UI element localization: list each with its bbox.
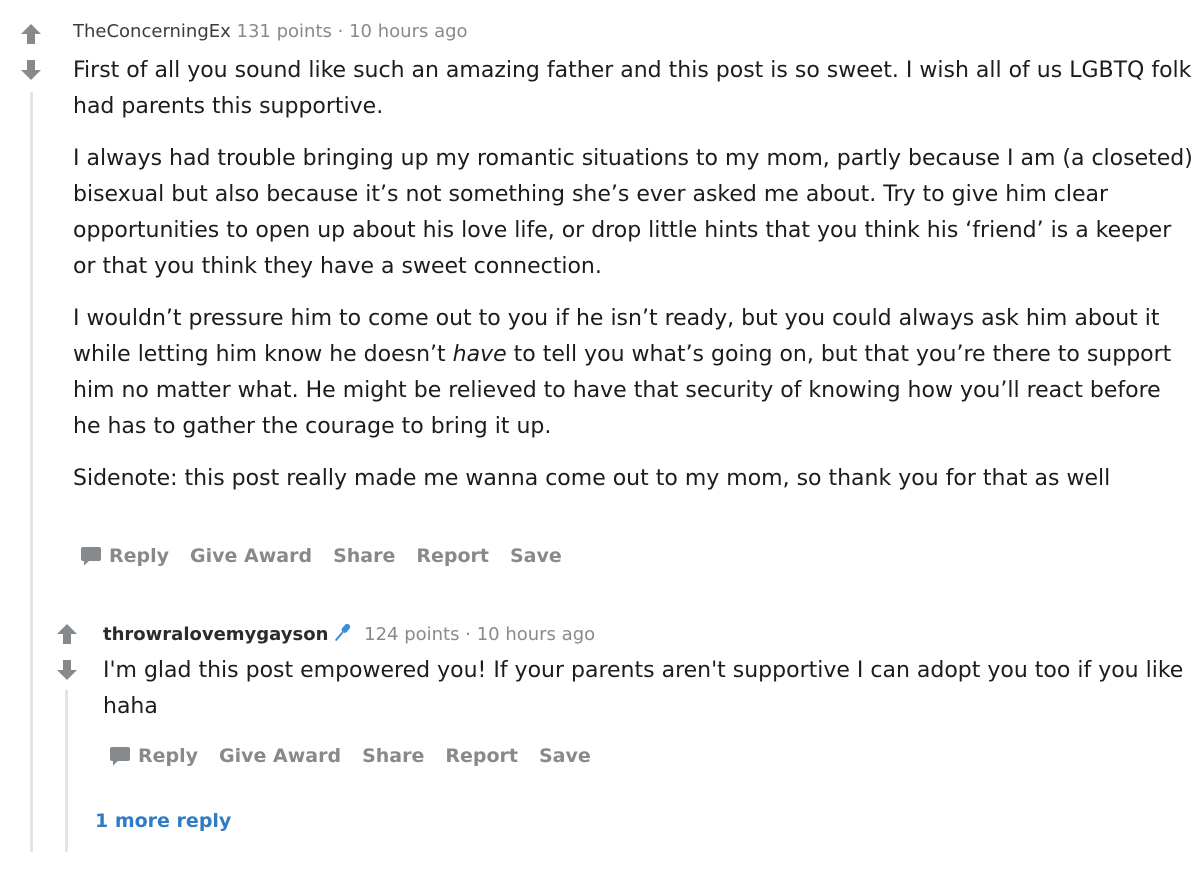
author-link[interactable]: throwralovemygayson [103,624,328,645]
points-count: 131 points [236,21,332,42]
reply-label: Reply [109,545,170,567]
share-button[interactable]: Share [333,545,395,567]
comment-body: First of all you sound like such an amaz… [73,53,1193,497]
give-award-button[interactable]: Give Award [190,545,312,567]
downvote-arrow-icon[interactable] [55,658,79,682]
meta-separator: · [465,624,471,645]
comment-actions: Reply Give Award Share Report Save [80,545,583,567]
upvote-arrow-icon[interactable] [55,622,79,646]
comment-paragraph: I always had trouble bringing up my roma… [73,146,1193,279]
chat-bubble-icon [81,547,101,566]
author-link[interactable]: TheConcerningEx [73,21,231,42]
reply-button[interactable]: Reply [109,745,198,767]
comment-body: I'm glad this post empowered you! If you… [103,653,1188,725]
report-button[interactable]: Report [445,745,518,767]
give-award-button[interactable]: Give Award [219,745,341,767]
comment-paragraph: First of all you sound like such an amaz… [73,58,1192,119]
emphasized-text: have [452,342,507,367]
share-button[interactable]: Share [362,745,424,767]
reply-label: Reply [138,745,199,767]
report-button[interactable]: Report [416,545,489,567]
microphone-icon [335,623,351,641]
save-button[interactable]: Save [539,745,591,767]
downvote-arrow-icon[interactable] [19,58,43,82]
timestamp-link[interactable]: 10 hours ago [477,624,595,645]
points-count: 124 points [364,624,460,645]
comment-paragraph: I'm glad this post empowered you! If you… [103,658,1184,719]
meta-separator: · [337,21,344,42]
timestamp-link[interactable]: 10 hours ago [349,21,467,42]
upvote-arrow-icon[interactable] [19,22,43,46]
reply-button[interactable]: Reply [80,545,169,567]
reply-thread-line[interactable] [65,690,68,852]
comment-header: TheConcerningEx 131 points · 10 hours ag… [73,20,468,44]
comment-actions: Reply Give Award Share Report Save [109,745,612,767]
more-replies-link[interactable]: 1 more reply [95,810,231,832]
comment-thread-line[interactable] [30,92,33,852]
chat-bubble-icon [110,747,130,766]
save-button[interactable]: Save [510,545,562,567]
comment-paragraph: Sidenote: this post really made me wanna… [73,466,1111,491]
comment-header: throwralovemygayson 124 points · 10 hour… [103,621,595,647]
comment-paragraph: I wouldn’t pressure him to come out to y… [73,301,1193,445]
